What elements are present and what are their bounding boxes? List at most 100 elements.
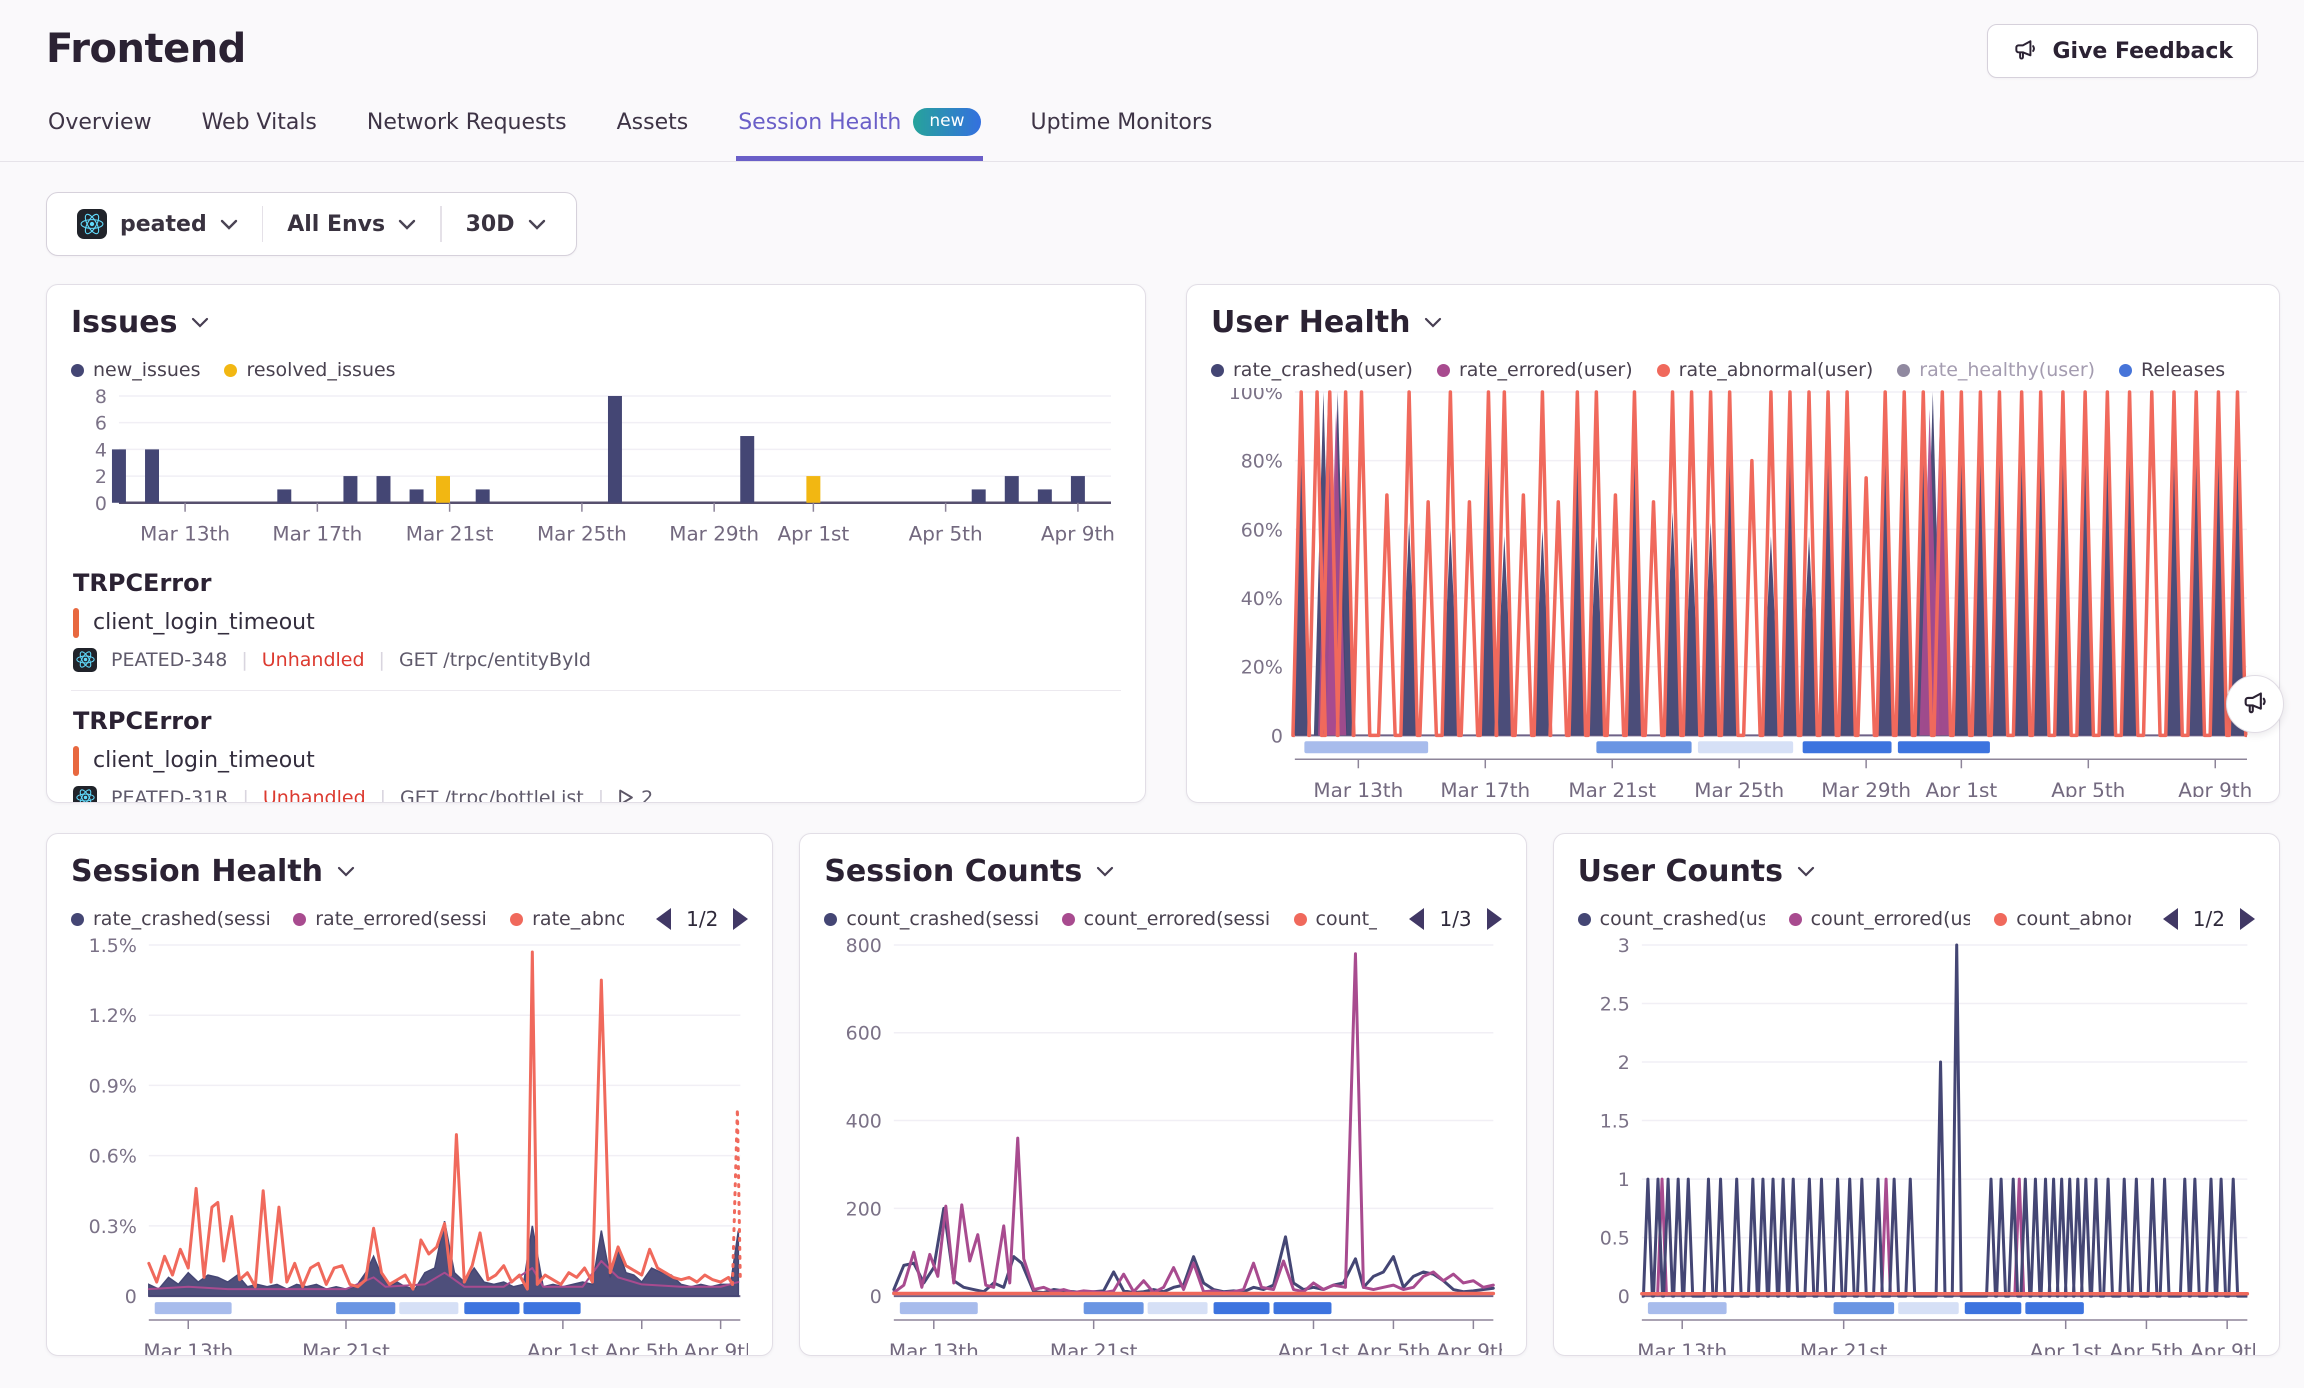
user-counts-legend: count_crashed(user) count_errored(user) …: [1578, 905, 2255, 933]
svg-text:8: 8: [95, 388, 107, 408]
series-dot: [1789, 913, 1802, 926]
prev-page-button[interactable]: [2163, 908, 2178, 930]
user-counts-chart[interactable]: 00.511.522.53Mar 13thMar 21stApr 1stApr …: [1578, 937, 2255, 1356]
svg-text:200: 200: [846, 1198, 882, 1220]
issues-chart[interactable]: 02468Mar 13thMar 17thMar 21stMar 25thMar…: [71, 388, 1121, 553]
prev-page-button[interactable]: [1409, 908, 1424, 930]
legend-new-issues[interactable]: new_issues: [71, 359, 200, 381]
series-dot: [824, 913, 837, 926]
svg-text:600: 600: [846, 1023, 882, 1045]
release-bars: [1304, 741, 1990, 753]
session-counts-chart[interactable]: 0200400600800Mar 13thMar 21stApr 1stApr …: [824, 937, 1501, 1356]
legend-rate-abnormal-user[interactable]: rate_abnormal(user): [1657, 359, 1874, 381]
svg-text:2: 2: [1617, 1052, 1629, 1074]
tab-overview[interactable]: Overview: [46, 102, 154, 161]
next-page-button[interactable]: [733, 908, 748, 930]
issues-panel: Issues new_issues resolved_issues 02468 M…: [46, 284, 1146, 803]
svg-text:1: 1: [1617, 1169, 1629, 1191]
issue-short-id: PEATED-31R: [111, 787, 228, 803]
issue-message: client_login_timeout: [93, 610, 315, 635]
issue-error-type[interactable]: TRPCError: [73, 707, 1119, 735]
legend-pagination: 1/3: [1401, 907, 1501, 931]
legend-resolved-issues[interactable]: resolved_issues: [224, 359, 395, 381]
legend-rate-errored-user[interactable]: rate_errored(user): [1437, 359, 1633, 381]
next-page-button[interactable]: [1487, 908, 1502, 930]
react-project-icon: [73, 648, 97, 672]
chevron-down-icon: [191, 317, 209, 328]
release-bars: [155, 1302, 581, 1314]
legend-count-errored-user[interactable]: count_errored(user): [1789, 908, 1971, 930]
svg-text:Mar 21st: Mar 21st: [406, 522, 494, 546]
next-page-button[interactable]: [2240, 908, 2255, 930]
series-dot: [1294, 913, 1307, 926]
svg-text:Mar 25th: Mar 25th: [537, 522, 627, 546]
user-health-chart[interactable]: 020%40%60%80%100%Mar 13thMar 17thMar 21s…: [1211, 388, 2255, 797]
session-health-chart[interactable]: 00.3%0.6%0.9%1.2%1.5%Mar 13thMar 21stApr…: [71, 937, 748, 1356]
legend-rate-healthy-user[interactable]: rate_healthy(user): [1897, 359, 2095, 381]
series-dot: [224, 364, 237, 377]
svg-text:Mar 13th: Mar 13th: [140, 522, 230, 546]
svg-text:0.3%: 0.3%: [89, 1216, 137, 1238]
x-axis: Mar 13thMar 21stApr 1stApr 5thApr 9th: [1637, 1320, 2255, 1356]
svg-text:20%: 20%: [1241, 657, 1283, 679]
prev-page-button[interactable]: [656, 908, 671, 930]
legend-count-crashed-session[interactable]: count_crashed(session): [824, 908, 1037, 930]
session-counts-panel-title[interactable]: Session Counts: [824, 854, 1501, 889]
svg-text:Mar 13th: Mar 13th: [1637, 1339, 1727, 1356]
svg-text:100%: 100%: [1229, 388, 1283, 404]
issue-row[interactable]: TRPCError client_login_timeout PEATED-31…: [71, 690, 1121, 803]
issues-panel-title[interactable]: Issues: [71, 305, 1121, 340]
svg-text:Mar 21st: Mar 21st: [1050, 1339, 1138, 1356]
session-health-plot: 00.3%0.6%0.9%1.2%1.5%Mar 13thMar 21stApr…: [71, 937, 748, 1356]
session-health-panel-title[interactable]: Session Health: [71, 854, 748, 889]
legend-count-abnormal-user[interactable]: count_abnorm: [1994, 908, 2131, 930]
tab-assets[interactable]: Assets: [615, 102, 691, 161]
svg-text:Mar 13th: Mar 13th: [143, 1339, 233, 1356]
svg-text:Apr 1st: Apr 1st: [2029, 1339, 2101, 1356]
legend-releases[interactable]: Releases: [2119, 359, 2225, 381]
react-project-icon: [77, 209, 107, 239]
legend-rate-crashed-user[interactable]: rate_crashed(user): [1211, 359, 1413, 381]
legend-count-abnormal-session[interactable]: count_a: [1294, 908, 1378, 930]
project-selector[interactable]: peated: [53, 209, 262, 239]
issue-row[interactable]: TRPCError client_login_timeout PEATED-34…: [71, 553, 1121, 690]
svg-text:0: 0: [1271, 725, 1283, 747]
give-feedback-button[interactable]: Give Feedback: [1987, 24, 2258, 78]
legend-rate-abnormal-session[interactable]: rate_abnorr: [510, 908, 624, 930]
unhandled-tag: Unhandled: [263, 787, 366, 803]
tab-session-health[interactable]: Session Health new: [736, 102, 982, 161]
page-indicator: 1/2: [686, 907, 718, 931]
megaphone-icon: [2241, 690, 2269, 718]
replay-count: 2: [618, 787, 653, 803]
session-counts-plot: 0200400600800Mar 13thMar 21stApr 1stApr …: [824, 937, 1501, 1356]
legend-count-crashed-user[interactable]: count_crashed(user): [1578, 908, 1765, 930]
issue-error-type[interactable]: TRPCError: [73, 569, 1119, 597]
legend-count-errored-session[interactable]: count_errored(session): [1062, 908, 1270, 930]
svg-text:Apr 9th: Apr 9th: [2178, 778, 2252, 797]
play-icon: [618, 789, 633, 803]
svg-text:0.6%: 0.6%: [89, 1146, 137, 1168]
series-dot: [1578, 913, 1591, 926]
tab-network-requests[interactable]: Network Requests: [365, 102, 569, 161]
legend-rate-crashed-session[interactable]: rate_crashed(session): [71, 908, 269, 930]
user-counts-plot: 00.511.522.53Mar 13thMar 21stApr 1stApr …: [1578, 937, 2255, 1356]
tab-web-vitals[interactable]: Web Vitals: [200, 102, 319, 161]
legend-rate-errored-session[interactable]: rate_errored(session): [293, 908, 486, 930]
megaphone-icon: [2012, 38, 2038, 64]
svg-text:Mar 25th: Mar 25th: [1694, 778, 1784, 797]
user-health-panel-title[interactable]: User Health: [1211, 305, 2255, 340]
svg-text:Apr 1st: Apr 1st: [1278, 1339, 1350, 1356]
svg-text:80%: 80%: [1241, 451, 1283, 473]
feedback-fab[interactable]: [2226, 675, 2284, 733]
svg-text:1.5%: 1.5%: [89, 937, 137, 957]
user-counts-panel-title[interactable]: User Counts: [1578, 854, 2255, 889]
series-dot: [1657, 364, 1670, 377]
date-range-selector[interactable]: 30D: [442, 212, 570, 237]
grid-and-y-axis: 02468: [95, 388, 1111, 515]
environment-selector[interactable]: All Envs: [263, 212, 440, 237]
session-health-panel: Session Health rate_crashed(session) rat…: [46, 833, 773, 1356]
release-bars: [1648, 1302, 2084, 1314]
svg-text:0: 0: [125, 1286, 137, 1308]
tab-uptime-monitors[interactable]: Uptime Monitors: [1029, 102, 1215, 161]
svg-text:Apr 5th: Apr 5th: [1357, 1339, 1431, 1356]
